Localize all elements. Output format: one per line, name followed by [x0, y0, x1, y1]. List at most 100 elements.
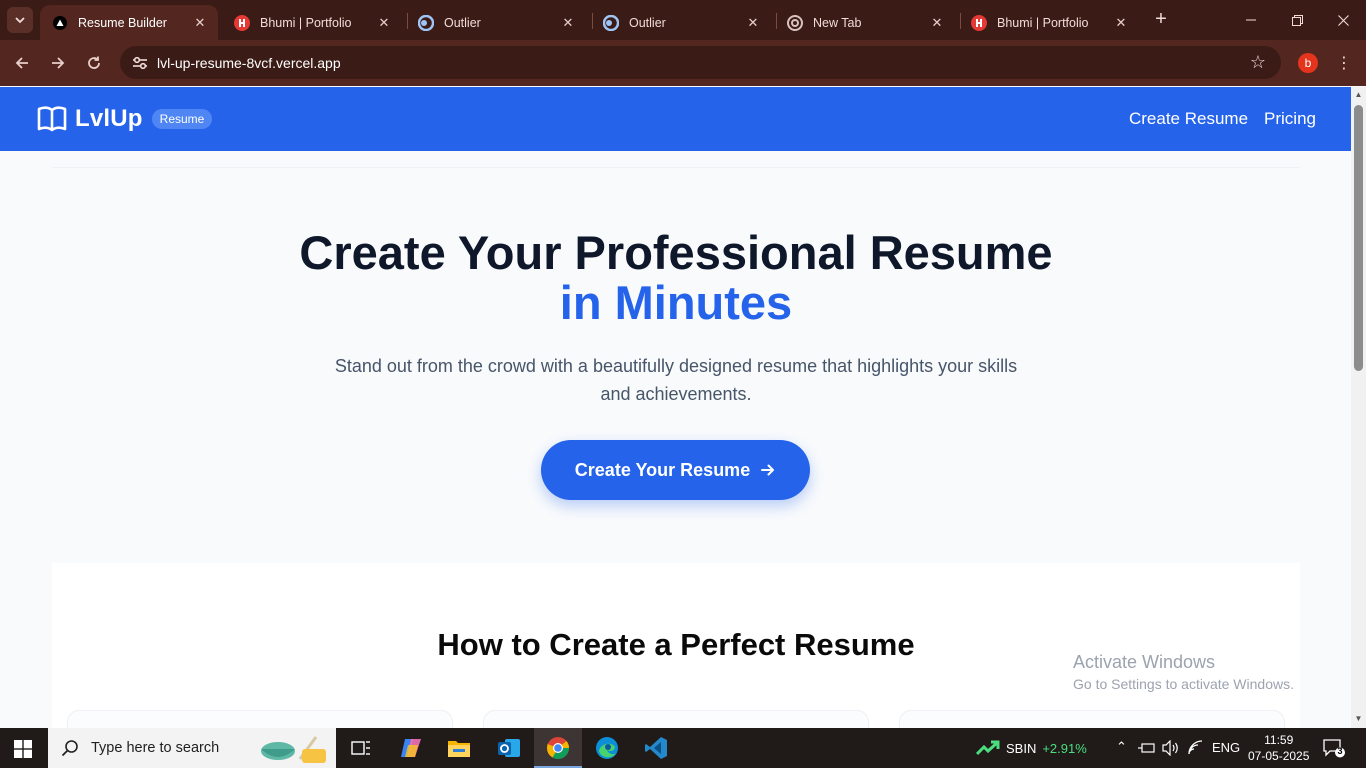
clock-date: 07-05-2025 [1248, 749, 1310, 763]
site-header: LvlUp Resume Create Resume Pricing [0, 87, 1351, 151]
restore-button[interactable] [1274, 0, 1320, 40]
chrome-icon[interactable] [543, 734, 573, 762]
close-icon[interactable]: ✕ [745, 15, 761, 31]
chevron-down-icon [15, 17, 25, 24]
vscode-icon[interactable] [641, 734, 671, 762]
reload-button[interactable] [82, 51, 106, 75]
tab-outlier[interactable]: Outlier ✕ [406, 5, 586, 40]
tab-title: Bhumi | Portfolio [997, 15, 1089, 30]
tab-bhumi-portfolio[interactable]: Bhumi | Portfolio ✕ [959, 5, 1139, 40]
scroll-up-arrow-icon[interactable]: ▲ [1354, 90, 1363, 99]
tab-outlier[interactable]: Outlier ✕ [591, 5, 771, 40]
page-scrollbar[interactable]: ▲ ▼ [1351, 87, 1366, 728]
minimize-icon [1246, 19, 1256, 21]
vercel-triangle-icon [52, 15, 68, 31]
create-resume-button[interactable]: Create Your Resume [541, 440, 810, 500]
system-clock[interactable]: 11:59 07-05-2025 [1248, 732, 1309, 764]
restore-icon [1291, 14, 1303, 26]
step-card [483, 710, 869, 728]
outlier-icon [603, 14, 619, 31]
search-icon [61, 740, 78, 757]
tray-chevron-icon[interactable]: ⌃ [1116, 739, 1127, 755]
stock-widget[interactable]: SBIN +2.91% [976, 740, 1087, 756]
tab-title: Outlier [629, 15, 666, 30]
chrome-icon [787, 14, 803, 31]
address-bar[interactable]: lvl-up-resume-8vcf.vercel.app ☆ [120, 46, 1281, 79]
edge-icon[interactable] [592, 734, 622, 762]
taskbar-search-placeholder: Type here to search [91, 740, 220, 756]
tab-resume-builder[interactable]: Resume Builder ✕ [40, 5, 218, 40]
arrow-right-icon [52, 57, 65, 69]
create-resume-button-label: Create Your Resume [574, 459, 751, 480]
stock-symbol: SBIN [1006, 740, 1037, 756]
arrow-right-icon [761, 464, 775, 476]
outlook-icon[interactable] [494, 734, 524, 762]
activate-windows-title: Activate Windows [1073, 652, 1216, 672]
profile-avatar[interactable]: b [1298, 53, 1318, 73]
close-icon[interactable]: ✕ [192, 15, 208, 31]
hero-title-line1: Create Your Professional Resume [299, 226, 1053, 279]
close-icon[interactable]: ✕ [929, 15, 945, 31]
url-text[interactable]: lvl-up-resume-8vcf.vercel.app [157, 55, 341, 71]
page-viewport: LvlUp Resume Create Resume Pricing Creat… [0, 87, 1351, 728]
hero-subtitle: Stand out from the crowd with a beautifu… [334, 356, 1018, 404]
minimize-button[interactable] [1228, 0, 1274, 40]
taskbar-search[interactable]: Type here to search [48, 728, 336, 768]
tab-title: Bhumi | Portfolio [260, 15, 352, 30]
forward-button[interactable] [46, 51, 70, 75]
logo-text: LvlUp [75, 105, 143, 132]
steps-section: How to Create a Perfect Resume [52, 563, 1300, 728]
stock-change: +2.91% [1042, 740, 1087, 756]
hero-title-accent: in Minutes [559, 276, 793, 329]
step-card [899, 710, 1285, 728]
close-icon[interactable]: ✕ [376, 15, 392, 31]
bookmark-star-icon[interactable]: ☆ [1247, 51, 1269, 73]
outlier-icon [418, 14, 434, 31]
notification-count: 3 [1337, 746, 1343, 756]
new-tab-button[interactable]: + [1150, 9, 1172, 31]
language-indicator[interactable]: ENG [1212, 740, 1240, 755]
tab-strip: Resume Builder ✕ Bhumi | Portfolio ✕ Out… [0, 0, 1366, 40]
wifi-icon[interactable] [1188, 740, 1204, 756]
close-window-button[interactable] [1320, 0, 1366, 40]
step-card [67, 710, 453, 728]
back-button[interactable] [10, 51, 34, 75]
clock-time: 11:59 [1264, 733, 1294, 747]
tab-search-button[interactable] [7, 7, 33, 33]
tab-bhumi-portfolio[interactable]: Bhumi | Portfolio ✕ [222, 5, 402, 40]
browser-menu-icon[interactable]: ⋮ [1334, 52, 1354, 74]
site-logo[interactable]: LvlUp Resume [37, 105, 213, 133]
nav-pricing[interactable]: Pricing [1264, 109, 1316, 129]
browser-toolbar: lvl-up-resume-8vcf.vercel.app ☆ b ⋮ [0, 40, 1366, 86]
copilot-icon[interactable] [396, 734, 426, 762]
open-book-icon [37, 106, 67, 132]
close-icon [1337, 14, 1349, 26]
hero-title: Create Your Professional Resume in Minut… [52, 228, 1300, 328]
activate-windows-watermark: Activate Windows Go to Settings to activ… [1073, 652, 1294, 692]
tab-new-tab[interactable]: New Tab ✕ [775, 5, 955, 40]
arrow-left-icon [15, 57, 28, 69]
tab-title: Resume Builder [78, 15, 167, 30]
hero-section: Create Your Professional Resume in Minut… [52, 167, 1300, 563]
file-explorer-icon[interactable] [444, 734, 474, 762]
tab-title: Outlier [444, 15, 481, 30]
portfolio-icon [971, 14, 987, 31]
close-icon[interactable]: ✕ [1113, 15, 1129, 31]
tab-title: New Tab [813, 15, 862, 30]
logo-badge: Resume [151, 109, 213, 129]
task-view-icon[interactable] [346, 734, 376, 762]
speaker-icon[interactable] [1162, 740, 1180, 756]
notification-center-icon[interactable]: 3 [1323, 738, 1345, 758]
main-nav: Create Resume Pricing [1129, 109, 1316, 129]
nav-create-resume[interactable]: Create Resume [1129, 109, 1248, 129]
search-highlight-icon [261, 736, 326, 763]
battery-plug-icon[interactable] [1138, 741, 1156, 755]
windows-start-icon[interactable] [14, 740, 32, 758]
scrollbar-thumb[interactable] [1354, 105, 1363, 371]
close-icon[interactable]: ✕ [560, 15, 576, 31]
portfolio-icon [234, 14, 250, 31]
site-info-icon[interactable] [128, 51, 152, 75]
reload-icon [88, 56, 100, 69]
stock-trend-icon [976, 740, 1000, 756]
scroll-down-arrow-icon[interactable]: ▼ [1354, 714, 1363, 723]
